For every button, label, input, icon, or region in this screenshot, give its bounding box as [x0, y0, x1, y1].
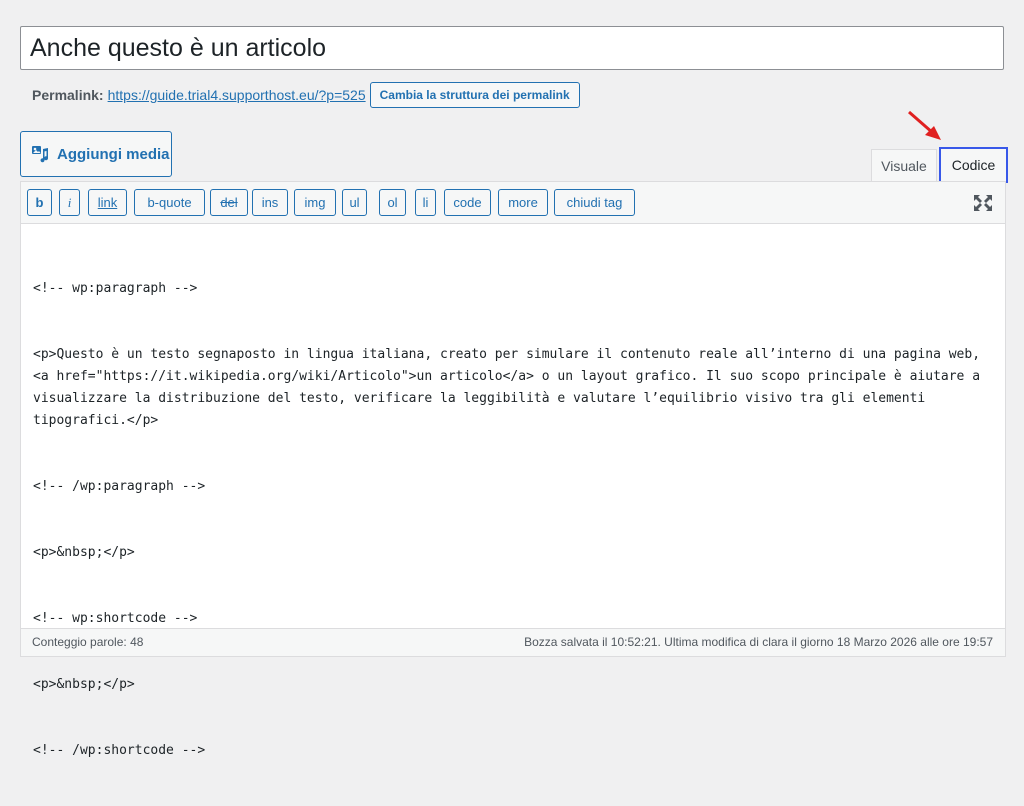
code-line: <p>&nbsp;</p> — [33, 677, 135, 692]
add-media-label: Aggiungi media — [57, 145, 170, 163]
tab-codice[interactable]: Codice — [939, 147, 1008, 183]
post-title-input[interactable]: Anche questo è un articolo — [20, 26, 1004, 70]
code-line: <!-- wp:shortcode --> — [33, 611, 198, 626]
code-editor: b i link b-quote del ins img ul ol li co… — [20, 181, 1006, 758]
permalink-link[interactable]: https://guide.trial4.supporthost.eu/?p=5… — [108, 87, 366, 103]
code-line: <p>&nbsp;</p> — [33, 545, 135, 560]
red-arrow-icon — [908, 110, 941, 140]
italic-button[interactable]: i — [59, 189, 80, 216]
bold-button[interactable]: b — [27, 189, 52, 216]
code-line: <!-- wp:paragraph --> — [33, 281, 198, 296]
code-line: <!-- /wp:shortcode --> — [33, 743, 206, 758]
ol-button[interactable]: ol — [379, 189, 406, 216]
close-tags-button[interactable]: chiudi tag — [554, 189, 635, 216]
change-permalinks-button[interactable]: Cambia la struttura dei permalink — [369, 82, 580, 108]
link-button[interactable]: link — [88, 189, 127, 216]
autosave-status: Bozza salvata il 10:52:21. Ultima modifi… — [524, 635, 993, 649]
permalink-label: Permalink: — [32, 87, 104, 103]
add-media-button[interactable]: Aggiungi media — [20, 131, 172, 177]
permalink-row: Permalink: https://guide.trial4.supporth… — [32, 82, 580, 108]
img-button[interactable]: img — [294, 189, 336, 216]
code-button[interactable]: code — [444, 189, 491, 216]
fullscreen-icon[interactable] — [972, 193, 994, 213]
li-button[interactable]: li — [415, 189, 436, 216]
tab-visuale[interactable]: Visuale — [871, 149, 937, 183]
more-button[interactable]: more — [498, 189, 548, 216]
ins-button[interactable]: ins — [252, 189, 288, 216]
del-button[interactable]: del — [210, 189, 248, 216]
blockquote-button[interactable]: b-quote — [134, 189, 205, 216]
quicktags-toolbar: b i link b-quote del ins img ul ol li co… — [21, 182, 1005, 224]
code-textarea[interactable]: <!-- wp:paragraph --> <p>Questo è un tes… — [33, 234, 993, 806]
word-count: Conteggio parole: 48 — [32, 635, 144, 649]
media-icon — [32, 146, 49, 163]
code-line: <p>Questo è un testo segnaposto in lingu… — [33, 347, 988, 428]
ul-button[interactable]: ul — [342, 189, 367, 216]
status-bar: Conteggio parole: 48 Bozza salvata il 10… — [21, 628, 1005, 656]
code-line: <!-- /wp:paragraph --> — [33, 479, 206, 494]
